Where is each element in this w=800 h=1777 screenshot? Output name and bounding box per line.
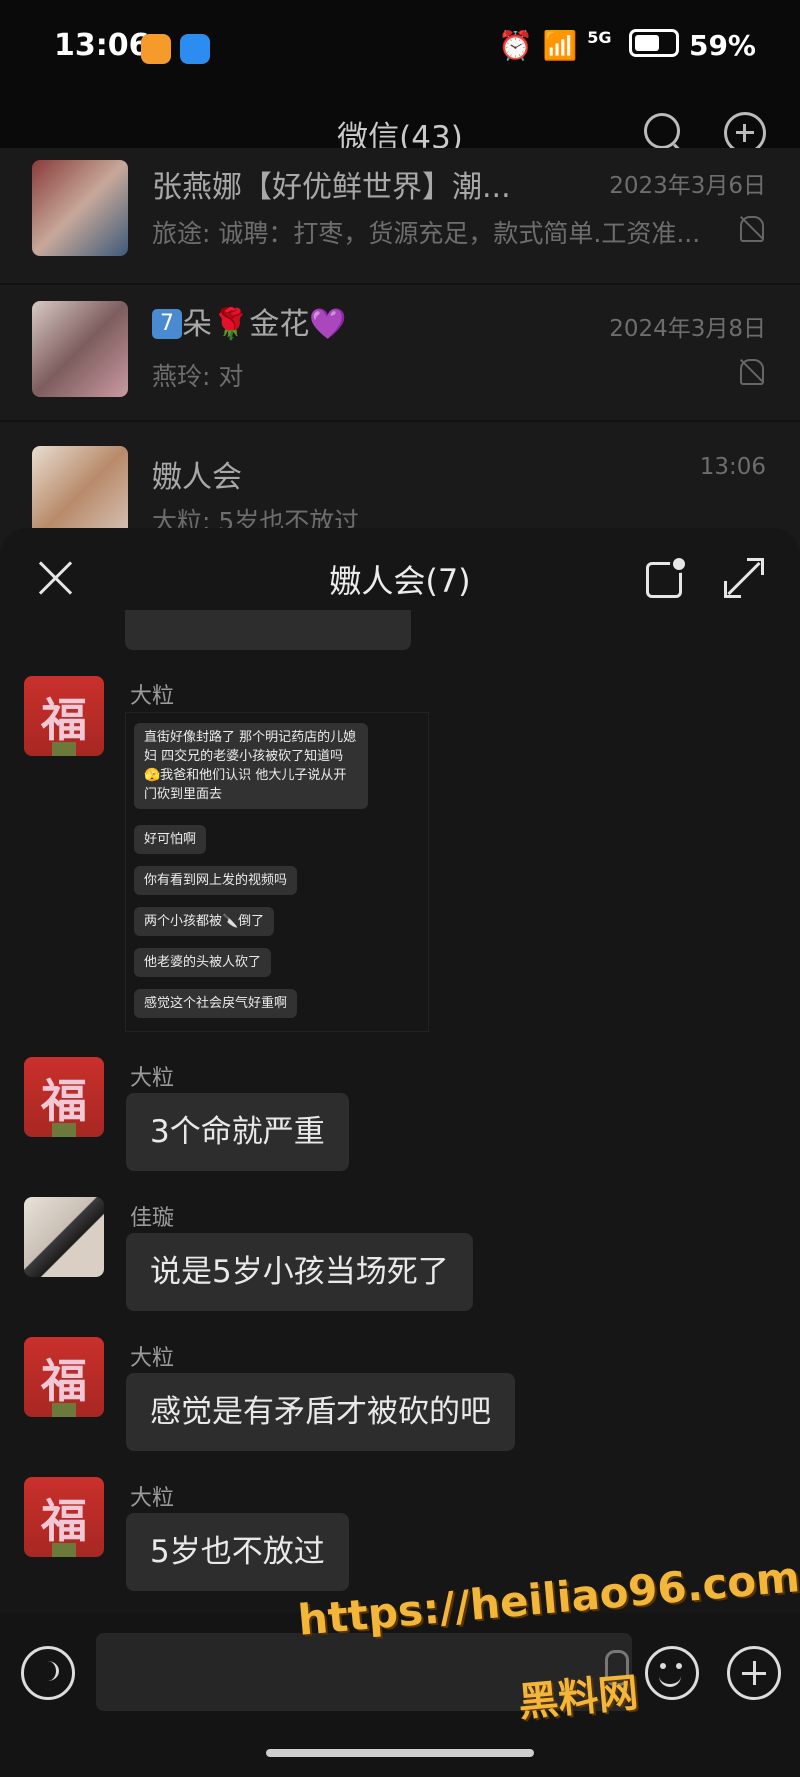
avatar[interactable]: 福 (24, 676, 104, 756)
screenshot-message: 直街好像封路了 那个明记药店的儿媳妇 四交兄的老婆小孩被砍了知道吗🫣我爸和他们认… (134, 723, 368, 809)
chat-date: 2024年3月8日 (609, 316, 766, 342)
chat-preview: 旅途: 诚聘：打枣，货源充足，款式简单.工资准... (152, 219, 701, 248)
chat-preview: 燕玲: 对 (152, 362, 244, 391)
status-time: 13:06 (54, 28, 150, 63)
count-badge: 7 (152, 309, 182, 339)
sender-name: 佳璇 (130, 1206, 175, 1231)
voice-icon[interactable] (21, 1646, 75, 1700)
cellular-signal: 5G (587, 28, 612, 47)
chat-date: 13:06 (699, 454, 766, 480)
watermark-name: 黑料网 (516, 1669, 641, 1727)
message-bubble[interactable] (125, 610, 411, 650)
message-bubble[interactable]: 说是5岁小孩当场死了 (126, 1233, 473, 1311)
message-bubble[interactable]: 感觉是有矛盾才被砍的吧 (126, 1373, 515, 1451)
battery-icon (629, 29, 680, 57)
wifi-icon: 📶 (542, 29, 578, 62)
chat-name: 嫐人会 (152, 460, 242, 495)
weather-app-icon (180, 34, 210, 64)
screenshot-message: 你有看到网上发的视频吗 (134, 866, 298, 895)
screenshot-message: 他老婆的头被人砍了 (134, 948, 272, 977)
message-bubble[interactable]: 3个命就严重 (126, 1093, 349, 1171)
avatar[interactable]: 福 (24, 1057, 104, 1137)
home-indicator (266, 1749, 534, 1757)
chat-date: 2023年3月6日 (609, 173, 766, 199)
group-avatar (32, 301, 128, 397)
emoji-icon[interactable] (645, 1646, 699, 1700)
sender-name: 大粒 (130, 1486, 175, 1511)
screenshot-message: 好可怕啊 (134, 825, 207, 854)
screenshot-message: 两个小孩都被🔪倒了 (134, 907, 275, 936)
status-icons: ⏰ 📶 5G 59% (498, 28, 756, 62)
sender-name: 大粒 (130, 1346, 175, 1371)
image-message[interactable]: 直街好像封路了 那个明记药店的儿媳妇 四交兄的老婆小孩被砍了知道吗🫣我爸和他们认… (125, 712, 429, 1032)
avatar[interactable] (24, 1197, 104, 1277)
battery-level: 59% (688, 29, 756, 62)
sender-name: 大粒 (130, 1066, 175, 1091)
alarm-icon: ⏰ (497, 29, 533, 62)
chat-list-item[interactable]: 7 朵🌹金花💜 2024年3月8日 燕玲: 对 (0, 285, 800, 420)
sender-name: 大粒 (130, 684, 175, 709)
avatar[interactable]: 福 (24, 1477, 104, 1557)
chat-list-item[interactable]: 张燕娜【好优鲜世界】潮... 2023年3月6日 旅途: 诚聘：打枣，货源充足，… (0, 148, 800, 288)
chat-name: 7 朵🌹金花💜 (152, 299, 572, 343)
avatar[interactable]: 福 (24, 1337, 104, 1417)
more-plus-icon[interactable] (727, 1646, 781, 1700)
group-avatar (32, 160, 128, 256)
chat-name: 张燕娜【好优鲜世界】潮... (152, 170, 511, 205)
screenshot-message: 感觉这个社会戾气好重啊 (134, 989, 298, 1018)
message-bubble[interactable]: 5岁也不放过 (126, 1513, 349, 1591)
expand-icon[interactable] (724, 558, 764, 598)
mute-icon (740, 216, 764, 242)
notification-app-icon (141, 34, 171, 64)
mute-icon (740, 359, 764, 385)
float-window-dot (670, 555, 688, 573)
search-icon[interactable] (644, 113, 680, 149)
